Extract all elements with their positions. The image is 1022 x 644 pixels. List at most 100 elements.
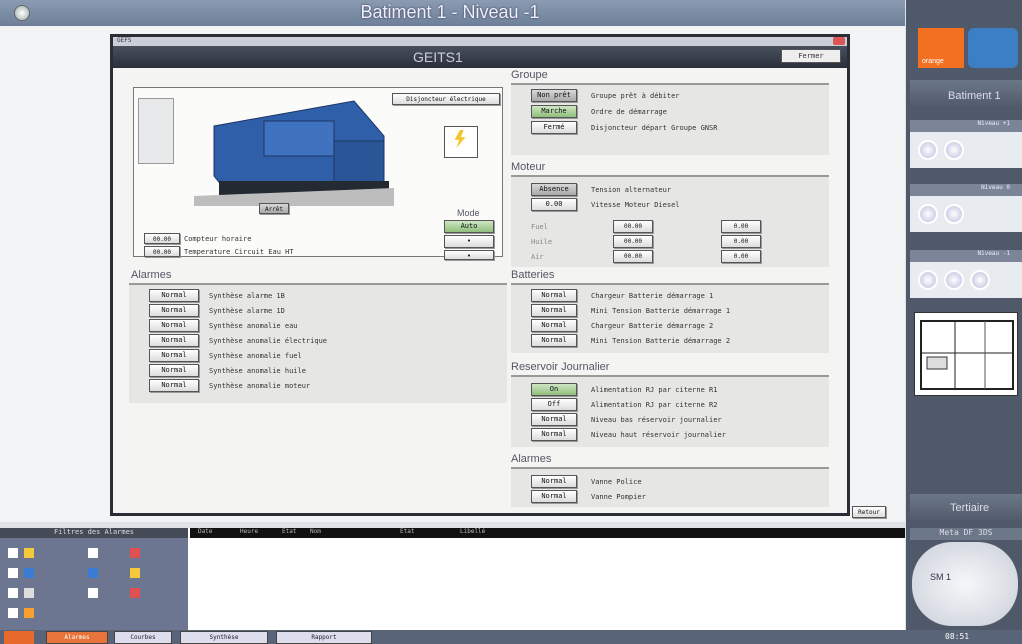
snowflake-icon[interactable]	[918, 270, 938, 290]
reservoir-row-label: Alimentation RJ par citerne R2	[591, 401, 718, 409]
task-synthese[interactable]: Synthèse	[180, 631, 268, 644]
reservoir-status-button[interactable]: Normal	[531, 413, 577, 426]
moteur-grid-value: 0.00	[721, 220, 761, 233]
cabinet-icon	[138, 98, 174, 164]
moteur-row-label: Vitesse Moteur Diesel	[591, 201, 680, 209]
alarmes_left-status-button[interactable]: Normal	[149, 304, 199, 317]
alarmes_left-row-label: Synthèse anomalie eau	[209, 322, 298, 330]
dialog-header: GEITS1 Fermer	[113, 46, 847, 68]
alarmes_left-row-label: Synthèse alarme 1B	[209, 292, 285, 300]
reservoir-status-button[interactable]: Off	[531, 398, 577, 411]
floor-plan[interactable]	[914, 312, 1018, 396]
dialog-bar: GEFS	[113, 37, 847, 46]
alarmes_right-row-label: Vanne Police	[591, 478, 642, 486]
start-icon[interactable]	[4, 631, 34, 644]
batteries-status-button[interactable]: Normal	[531, 319, 577, 332]
alarmes_left-status-button[interactable]: Normal	[149, 334, 199, 347]
alarmes_left-status-button[interactable]: Normal	[149, 349, 199, 362]
nav-level-0[interactable]: Niveau 0	[910, 184, 1022, 196]
groupe-status-button[interactable]: Fermé	[531, 121, 577, 134]
alarm-filter-title: Filtres des Alarmes	[0, 528, 188, 538]
temp-value: 00.00	[144, 246, 180, 257]
temp-label: Temperature Circuit Eau HT	[184, 248, 294, 256]
alarmes_right-status-button[interactable]: Normal	[531, 475, 577, 488]
reservoir-status-button[interactable]: On	[531, 383, 577, 396]
app-icon[interactable]	[14, 5, 30, 21]
log-col: Heure	[240, 528, 259, 535]
moteur-grid-value: 0.00	[721, 235, 761, 248]
retour-button[interactable]: Retour	[852, 506, 886, 518]
moteur-grid-label: Fuel	[531, 223, 548, 231]
fermer-button[interactable]: Fermer	[781, 49, 841, 63]
groupe-status-button[interactable]: Marche	[531, 105, 577, 118]
alarmes_left-status-button[interactable]: Normal	[149, 379, 199, 392]
counter-value: 00.00	[144, 233, 180, 244]
task-courbes[interactable]: Courbes	[114, 631, 172, 644]
log-header: Date Heure Etat Nom Etat Libellé	[190, 528, 905, 538]
nav-batiment-1[interactable]: Batiment 1	[910, 80, 1022, 108]
alarmes_left-status-button[interactable]: Normal	[149, 319, 199, 332]
counter-label: Compteur horaire	[184, 235, 252, 243]
alarmes_left-row-label: Synthèse anomalie huile	[209, 367, 306, 375]
moteur-grid-value: 00.00	[613, 235, 653, 248]
moteur-grid-label: Air	[531, 253, 544, 261]
batteries-row-label: Mini Tension Batterie démarrage 1	[591, 307, 731, 315]
batteries-row-label: Mini Tension Batterie démarrage 2	[591, 337, 731, 345]
generator-panel: Disjoncteur électrique Arrêt Mode Auto •…	[133, 87, 503, 260]
fan-icon[interactable]	[970, 270, 990, 290]
alarmes_right-status-button[interactable]: Normal	[531, 490, 577, 503]
bulb-icon[interactable]	[944, 140, 964, 160]
snowflake-icon[interactable]	[918, 204, 938, 224]
task-alarmes[interactable]: Alarmes	[46, 631, 108, 644]
meta-bubble[interactable]: SM 1	[912, 542, 1018, 626]
moteur-row-label: Tension alternateur	[591, 186, 672, 194]
mode-button-2[interactable]: •	[444, 235, 494, 248]
mode-auto-button[interactable]: Auto	[444, 220, 494, 233]
batteries-status-button[interactable]: Normal	[531, 289, 577, 302]
level-plus1-box	[910, 132, 1022, 168]
groupe-title: Groupe	[511, 69, 548, 81]
reservoir-row-label: Niveau haut réservoir journalier	[591, 431, 726, 439]
nav-level-plus1[interactable]: Niveau +1	[910, 120, 1022, 132]
alarmes-right-title: Alarmes	[511, 453, 552, 465]
status-indicator: Arrêt	[259, 203, 289, 214]
nav-level-minus1[interactable]: Niveau -1	[910, 250, 1022, 262]
groupe-row-label: Groupe prêt à débiter	[591, 92, 680, 100]
moteur-grid-label: Huile	[531, 238, 553, 246]
moteur-grid-value: 00.00	[613, 220, 653, 233]
log-col: Libellé	[460, 528, 486, 535]
alarmes_left-row-label: Synthèse anomalie électrique	[209, 337, 328, 345]
title-bar: Batiment 1 - Niveau -1	[0, 0, 905, 26]
window-title: Batiment 1 - Niveau -1	[360, 2, 540, 22]
batteries-status-button[interactable]: Normal	[531, 334, 577, 347]
meta-header: Meta DF 3DS	[910, 528, 1022, 540]
generator-image	[194, 96, 394, 206]
dialog-title: GEITS1	[413, 49, 463, 65]
reservoir-row-label: Niveau bas réservoir journalier	[591, 416, 722, 424]
groupe-row-label: Disjoncteur départ Groupe GNSR	[591, 124, 718, 132]
alarmes_right-row-label: Vanne Pompier	[591, 493, 646, 501]
moteur-status-button[interactable]: 0.00	[531, 198, 577, 211]
log-col: Nom	[310, 528, 321, 535]
batteries-status-button[interactable]: Normal	[531, 304, 577, 317]
task-rapport[interactable]: Rapport	[276, 631, 372, 644]
alarmes_left-status-button[interactable]: Normal	[149, 364, 199, 377]
breaker-label: Disjoncteur électrique	[392, 93, 500, 105]
close-icon[interactable]	[833, 37, 845, 45]
mode-button-3[interactable]: •	[444, 250, 494, 260]
bulb-icon[interactable]	[944, 270, 964, 290]
nav-tertiaire[interactable]: Tertiaire	[910, 494, 1022, 522]
clock: 08:51	[945, 632, 970, 641]
bulb-icon[interactable]	[944, 204, 964, 224]
reservoir-title: Reservoir Journalier	[511, 361, 610, 373]
groupe-status-button[interactable]: Non prêt	[531, 89, 577, 102]
breaker-icon[interactable]	[444, 126, 478, 158]
log-col: Etat	[282, 528, 297, 535]
moteur-status-button[interactable]: Absence	[531, 183, 577, 196]
snowflake-icon[interactable]	[918, 140, 938, 160]
dialog-bar-label: GEFS	[117, 37, 132, 44]
mode-title: Mode	[457, 208, 480, 218]
orange-logo: orange	[918, 28, 964, 68]
reservoir-status-button[interactable]: Normal	[531, 428, 577, 441]
alarmes_left-status-button[interactable]: Normal	[149, 289, 199, 302]
